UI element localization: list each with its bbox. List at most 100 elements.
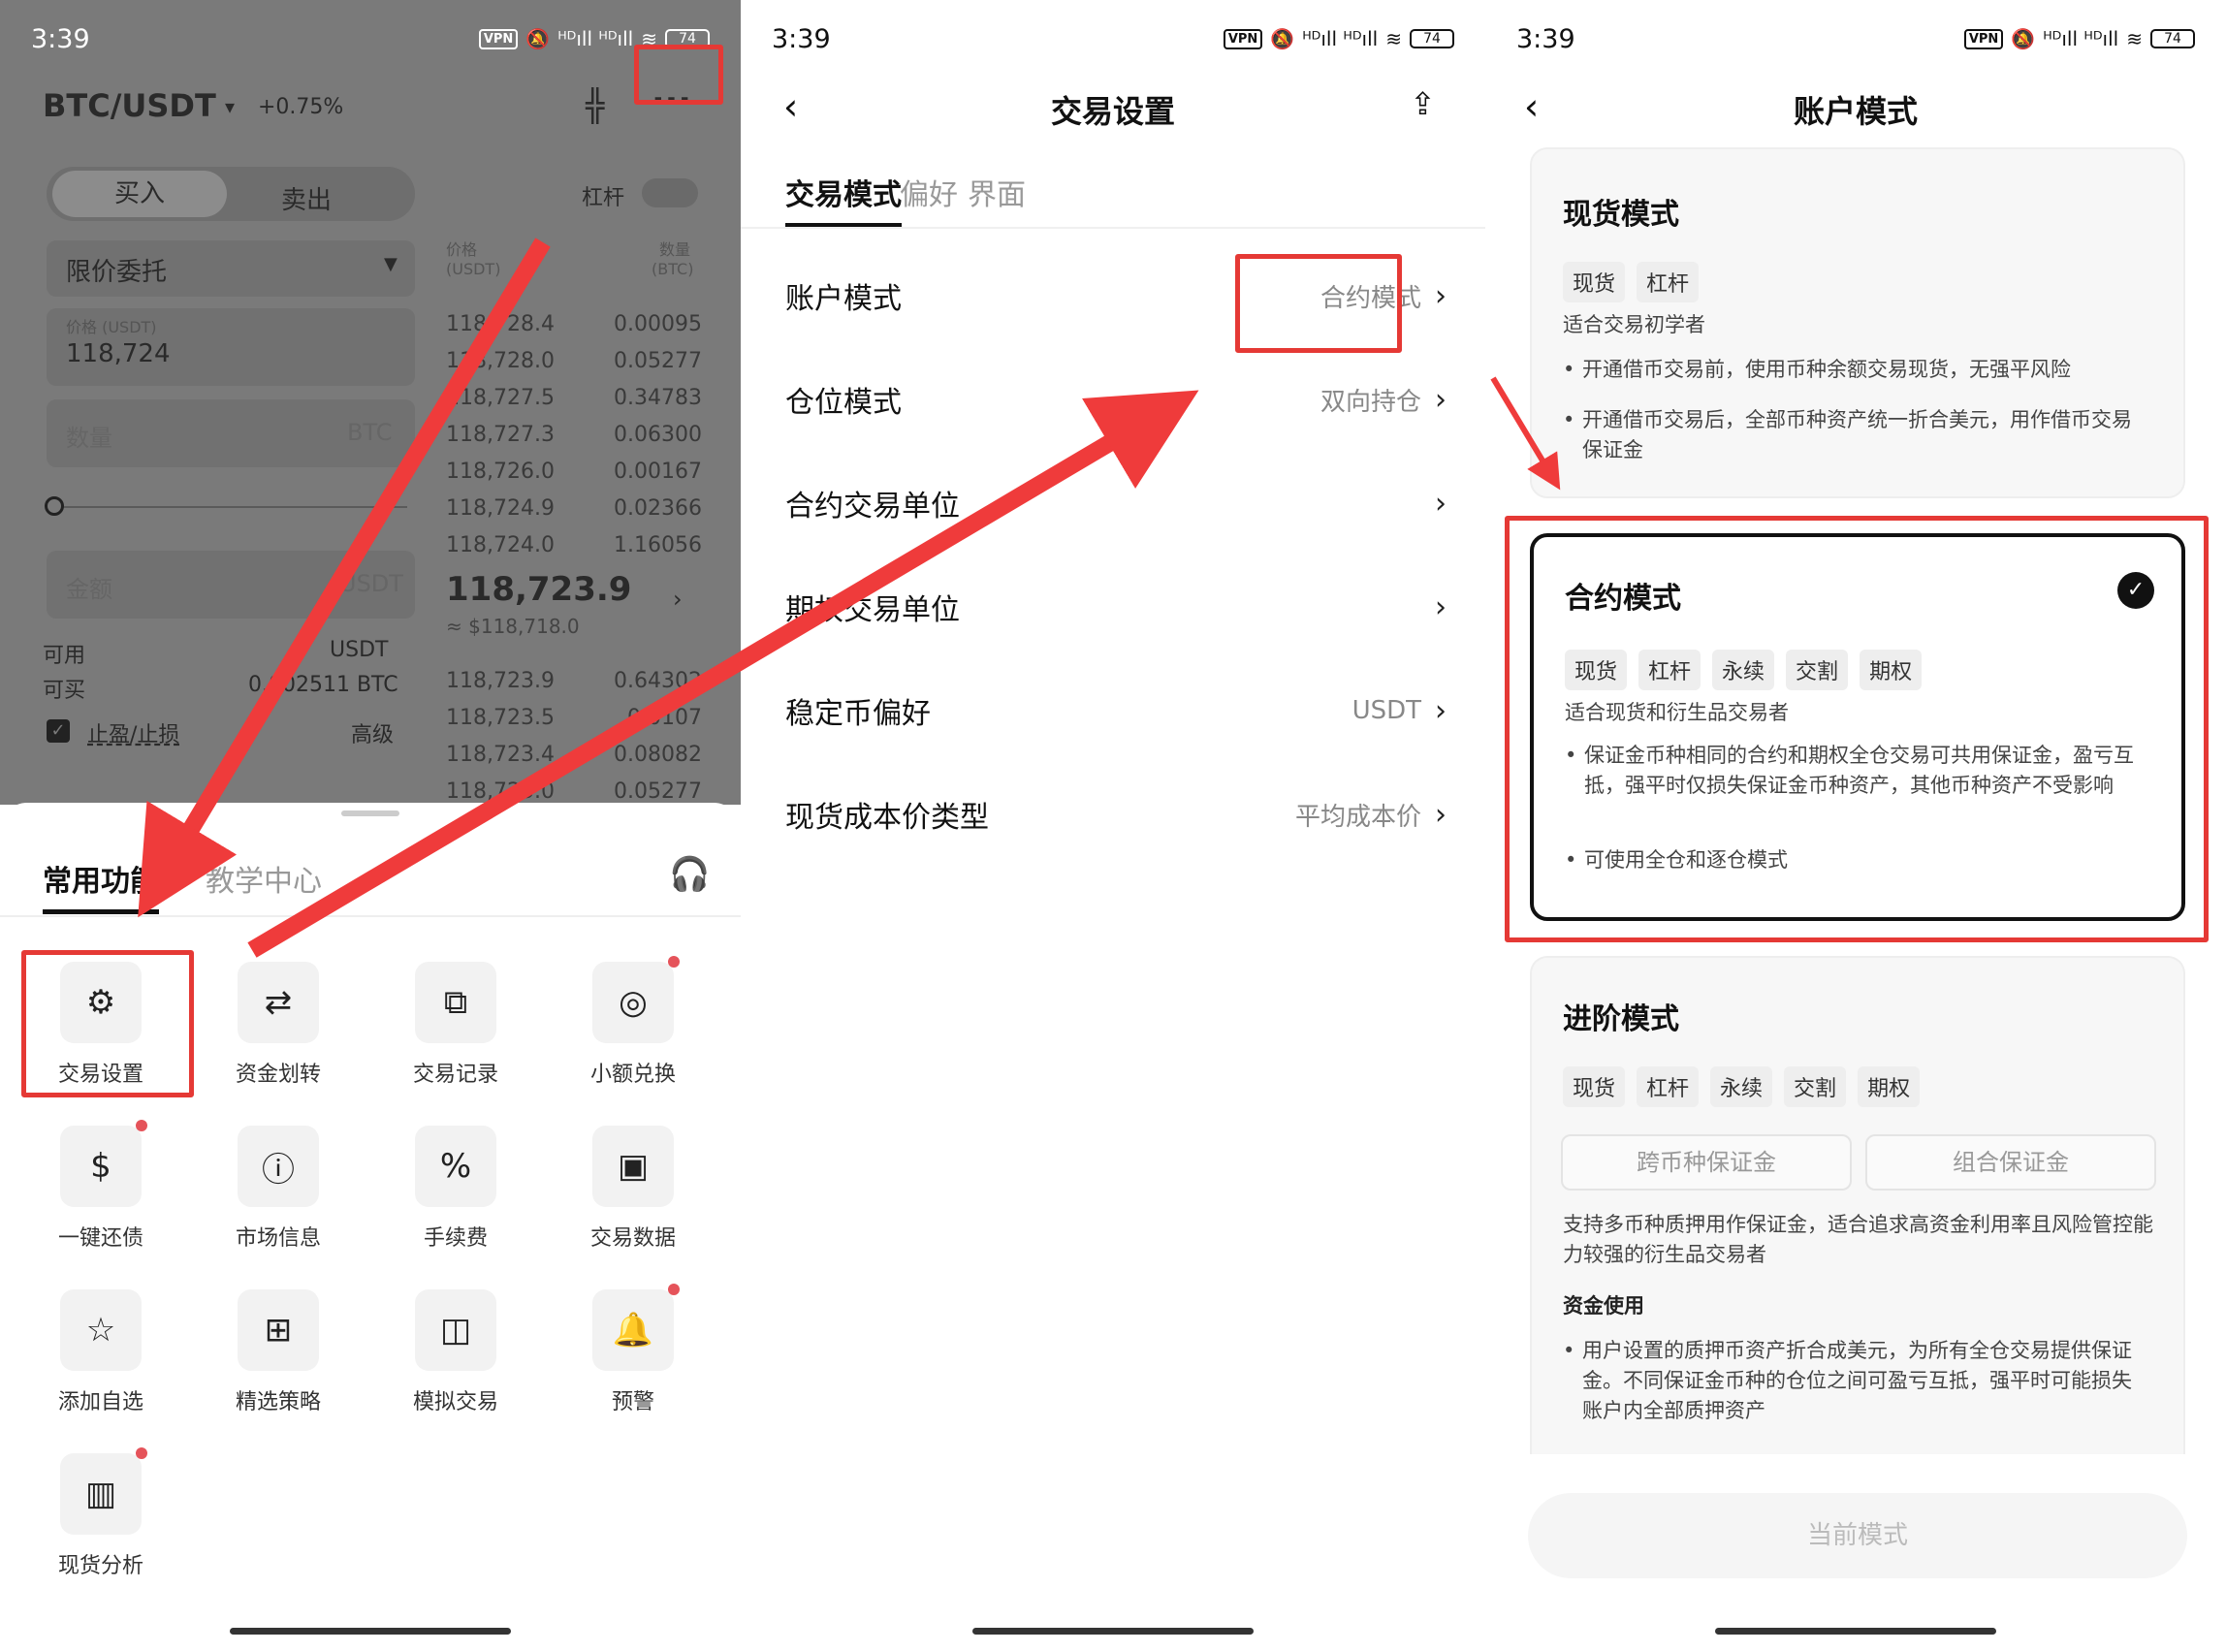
function-item[interactable]: $ 一键还债	[14, 1120, 188, 1252]
bid-row[interactable]: 118,723.0 0.05277	[446, 779, 702, 804]
bid-qty: 0.64302	[614, 669, 702, 693]
home-indicator	[1715, 1628, 1996, 1635]
ask-row[interactable]: 118,724.0 1.16056	[446, 533, 702, 557]
trade-screen: 3:39 VPN 🔕 ᴴᴰıll ᴴᴰıll ≋ 74 BTC/USDT ▾ +0.75…	[0, 0, 741, 1652]
dropdown-icon[interactable]: ▾	[225, 95, 235, 118]
price-input-label: 价格 (USDT)	[66, 318, 157, 336]
page-title: 账户模式	[1793, 93, 1918, 130]
settings-row[interactable]: 稳定币偏好 USDT ›	[785, 677, 1447, 745]
settings-row-value: ›	[1421, 487, 1447, 521]
function-item[interactable]: 🔔 预警	[546, 1284, 720, 1415]
ask-qty: 0.00095	[614, 312, 702, 336]
advanced-mode-card[interactable]: 进阶模式 现货 杠杆 永续 交割 期权 跨币种保证金 组合保证金 支持多币种质押…	[1530, 956, 2185, 1454]
buy-tab[interactable]: 买入	[52, 171, 227, 217]
chevron-right-icon[interactable]: ›	[673, 586, 683, 613]
settings-row[interactable]: 仓位模式 双向持仓 ›	[785, 365, 1447, 433]
candlestick-icon[interactable]: ╬	[586, 87, 604, 124]
sell-tab[interactable]: 卖出	[281, 180, 332, 216]
ask-qty: 0.05277	[614, 349, 702, 373]
battery-icon: 74	[1410, 29, 1454, 48]
function-label: 交易记录	[412, 1063, 498, 1087]
pair-title[interactable]: BTC/USDT	[43, 87, 216, 124]
function-item[interactable]: ◫ 模拟交易	[368, 1289, 543, 1415]
function-item[interactable]: % 手续费	[368, 1126, 543, 1252]
function-label: 小额兑换	[589, 1063, 676, 1087]
function-icon: ☆	[60, 1289, 142, 1371]
function-item[interactable]: ☆ 添加自选	[14, 1289, 188, 1415]
function-icon: %	[415, 1126, 496, 1207]
wifi-icon: ≋	[2126, 27, 2143, 50]
ask-row[interactable]: 118,728.0 0.05277	[446, 349, 702, 373]
dimmed-trade-view: 3:39 VPN 🔕 ᴴᴰıll ᴴᴰıll ≋ 74 BTC/USDT ▾ +0.75…	[0, 0, 741, 805]
advanced-link[interactable]: 高级	[351, 717, 394, 748]
portfolio-margin-option[interactable]: 组合保证金	[1865, 1134, 2156, 1191]
leverage-toggle[interactable]	[642, 178, 698, 207]
ask-row[interactable]: 118,726.0 0.00167	[446, 460, 702, 484]
settings-row-value-text: 双向持仓	[1320, 387, 1421, 417]
ob-price-header: 价格	[446, 240, 478, 259]
ask-row[interactable]: 118,728.4 0.00095	[446, 312, 702, 336]
function-item[interactable]: ▣ 交易数据	[546, 1126, 720, 1252]
page-title: 交易设置	[1050, 93, 1175, 130]
cross-margin-option[interactable]: 跨币种保证金	[1561, 1134, 1852, 1191]
chevron-right-icon: ›	[1435, 693, 1447, 728]
tag: 杠杆	[1637, 1066, 1700, 1107]
settings-row-value: ›	[1421, 590, 1447, 624]
settings-tab[interactable]: 交易模式	[785, 171, 902, 213]
amount-slider[interactable]	[58, 506, 407, 508]
function-item[interactable]: ⓘ 市场信息	[191, 1126, 366, 1252]
tag-list: 现货 杠杆 永续 交割 期权	[1563, 1066, 1921, 1107]
function-item[interactable]: ⧉ 交易记录	[368, 962, 543, 1088]
settings-row[interactable]: 现货成本价类型 平均成本价 ›	[785, 780, 1447, 848]
checkbox-icon[interactable]: ✓	[47, 719, 70, 743]
function-item[interactable]: ▥ 现货分析	[14, 1447, 188, 1579]
function-item[interactable]: ⊞ 精选策略	[191, 1289, 366, 1415]
function-item[interactable]: ⇄ 资金划转	[191, 962, 366, 1088]
share-icon[interactable]: ⇪	[1410, 85, 1436, 122]
function-item[interactable]: ◎ 小额兑换	[546, 956, 720, 1088]
slider-handle[interactable]	[45, 496, 64, 516]
chevron-right-icon: ›	[1435, 589, 1447, 624]
bid-row[interactable]: 118,723.4 0.08082	[446, 743, 702, 767]
ask-row[interactable]: 118,724.9 0.02366	[446, 496, 702, 521]
highlight-futures-card	[1505, 516, 2209, 942]
spot-mode-card[interactable]: 现货模式 现货 杠杆 适合交易初学者 开通借币交易前，使用币种余额交易现货，无强…	[1530, 147, 2185, 498]
ask-row[interactable]: 118,727.3 0.06300	[446, 423, 702, 447]
headset-icon[interactable]: 🎧	[669, 855, 710, 894]
card-bullet: 开通借币交易前，使用币种余额交易现货，无强平风险	[1563, 355, 2145, 385]
ask-qty: 0.34783	[614, 386, 702, 410]
tab-common[interactable]: 常用功能	[43, 857, 159, 900]
tag: 期权	[1858, 1066, 1921, 1107]
function-icon: ⓘ	[238, 1126, 319, 1207]
function-glyph: ⧉	[443, 983, 468, 1022]
bid-qty: 0.05277	[614, 779, 702, 804]
bid-row[interactable]: 118,723.5 0.0107	[446, 706, 702, 730]
settings-row[interactable]: 合约交易单位 ›	[785, 469, 1447, 537]
card-bullet: 开通借币交易后，全部币种资产统一折合美元，用作借币交易保证金	[1563, 405, 2145, 465]
home-indicator	[230, 1628, 511, 1635]
settings-row-value: 双向持仓 ›	[1320, 382, 1447, 418]
badge-dot	[668, 956, 680, 968]
settings-row[interactable]: 期权交易单位 ›	[785, 573, 1447, 641]
order-type-label: 限价委托	[66, 258, 168, 287]
current-mode-button[interactable]: 当前模式	[1528, 1493, 2187, 1578]
chevron-right-icon: ›	[1435, 797, 1447, 832]
bid-row[interactable]: 118,723.9 0.64302	[446, 669, 702, 693]
function-glyph: ▣	[617, 1147, 650, 1186]
function-icon: ▥	[60, 1447, 147, 1535]
divider	[0, 915, 741, 917]
quantity-unit: BTC	[347, 419, 393, 446]
tag: 交割	[1784, 1066, 1847, 1107]
settings-tab[interactable]: 偏好	[900, 171, 958, 213]
function-icon: ▣	[592, 1126, 674, 1207]
tab-teaching[interactable]: 教学中心	[206, 857, 322, 900]
sheet-handle[interactable]	[341, 810, 399, 816]
signal-icon: ᴴᴰıll ᴴᴰıll	[1302, 27, 1379, 50]
settings-tab[interactable]: 界面	[968, 171, 1026, 213]
ask-row[interactable]: 118,727.5 0.34783	[446, 386, 702, 410]
badge-dot	[136, 1120, 147, 1131]
ask-price: 118,726.0	[446, 460, 555, 484]
trade-settings-screen: 3:39 VPN 🔕 ᴴᴰıll ᴴᴰıll ≋ 74 ‹ 交易设置 ⇪ 交易模式 偏好界…	[741, 0, 1485, 1652]
home-indicator	[972, 1628, 1254, 1635]
tag: 现货	[1563, 1066, 1626, 1107]
